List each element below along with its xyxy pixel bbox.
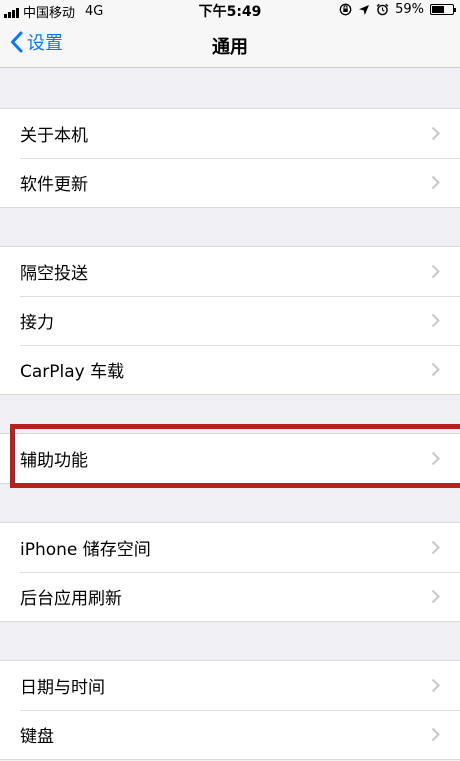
settings-group-accessibility: 辅助功能	[0, 433, 460, 484]
row-iphone-storage[interactable]: iPhone 储存空间	[0, 523, 460, 572]
row-software-update[interactable]: 软件更新	[0, 158, 460, 207]
row-label: 接力	[20, 313, 54, 333]
row-background-app-refresh[interactable]: 后台应用刷新	[0, 572, 460, 621]
row-label: 辅助功能	[20, 451, 88, 471]
settings-group-storage: iPhone 储存空间 后台应用刷新	[0, 522, 460, 622]
battery-percent: 59%	[395, 2, 424, 17]
row-label: 软件更新	[20, 175, 88, 195]
alarm-icon	[376, 3, 389, 16]
chevron-right-icon	[431, 264, 440, 279]
orientation-lock-icon	[339, 3, 352, 16]
row-date-time[interactable]: 日期与时间	[0, 661, 460, 710]
chevron-right-icon	[431, 540, 440, 555]
settings-group-about: 关于本机 软件更新	[0, 108, 460, 208]
row-keyboard[interactable]: 键盘	[0, 710, 460, 759]
chevron-right-icon	[431, 362, 440, 377]
chevron-right-icon	[431, 313, 440, 328]
row-label: 键盘	[20, 727, 54, 747]
page-title: 通用	[212, 37, 248, 58]
settings-group-connectivity: 隔空投送 接力 CarPlay 车载	[0, 246, 460, 395]
row-label: 关于本机	[20, 126, 88, 146]
row-airdrop[interactable]: 隔空投送	[0, 247, 460, 296]
status-bar: 中国移动 4G 下午5:49 59%	[0, 0, 460, 21]
row-accessibility[interactable]: 辅助功能	[0, 434, 460, 483]
row-label: 隔空投送	[20, 264, 88, 284]
row-label: iPhone 储存空间	[20, 540, 151, 560]
row-about[interactable]: 关于本机	[0, 109, 460, 158]
chevron-right-icon	[431, 451, 440, 466]
location-icon	[359, 4, 370, 15]
chevron-right-icon	[431, 126, 440, 141]
chevron-right-icon	[431, 589, 440, 604]
settings-group-date-keyboard: 日期与时间 键盘	[0, 660, 460, 760]
battery-fill	[432, 6, 444, 13]
row-handoff[interactable]: 接力	[0, 296, 460, 345]
row-label: CarPlay 车载	[20, 362, 125, 382]
status-right: 59%	[339, 2, 456, 17]
navigation-bar: 设置 通用	[0, 20, 460, 68]
chevron-right-icon	[431, 678, 440, 693]
chevron-right-icon	[431, 175, 440, 190]
row-label: 日期与时间	[20, 678, 105, 698]
chevron-right-icon	[431, 727, 440, 742]
row-label: 后台应用刷新	[20, 589, 122, 609]
row-carplay[interactable]: CarPlay 车载	[0, 345, 460, 394]
battery-icon	[430, 4, 456, 15]
